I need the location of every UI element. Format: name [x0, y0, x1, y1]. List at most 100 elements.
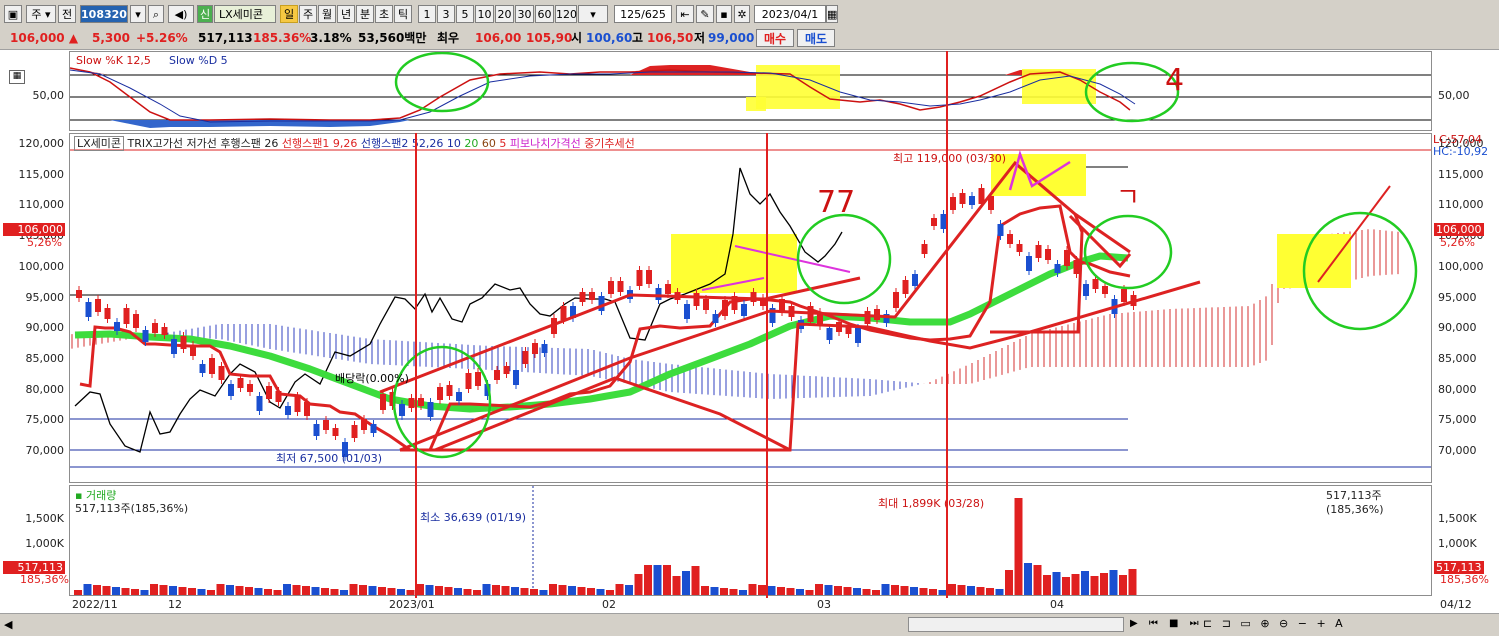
- interval-120[interactable]: 120: [555, 5, 577, 23]
- volume-bar: [805, 590, 814, 595]
- pct-tag-right: 5,26%: [1440, 236, 1475, 249]
- buy-button[interactable]: 매수: [756, 29, 794, 47]
- draw-tool-icon[interactable]: ✎: [696, 5, 714, 23]
- legend-lagging[interactable]: 후행스팬 26: [220, 137, 278, 150]
- xlabel-1: 2022/11: [72, 598, 118, 611]
- volume-bar: [1024, 563, 1032, 595]
- volume-bar: [74, 590, 82, 595]
- volume-bar: [397, 589, 405, 595]
- legend-leading1[interactable]: 선행스팬1 9,26: [282, 137, 357, 150]
- volume-bar: [606, 590, 614, 595]
- legend-stock[interactable]: LX세미콘: [74, 136, 125, 151]
- nav-controls[interactable]: ▶ ⏮ ■ ⏭: [1130, 618, 1203, 629]
- volume-bar: [1052, 572, 1061, 595]
- scroll-thumb[interactable]: [908, 617, 1124, 632]
- best-bid: 105,90: [526, 31, 573, 45]
- volume-bar: [321, 588, 329, 595]
- stock-code-input[interactable]: 108320: [80, 5, 128, 23]
- volume-bar: [463, 589, 472, 595]
- legend-ma20[interactable]: 20: [464, 137, 478, 150]
- volume-bar: [406, 590, 415, 595]
- tab-day[interactable]: 일: [280, 5, 298, 23]
- price-tick-left: 85,000: [25, 351, 65, 365]
- pct-tag-left: 5,26%: [27, 236, 62, 249]
- volume-bar: [834, 586, 842, 595]
- date-input[interactable]: 2023/04/1: [754, 5, 826, 23]
- interval-30[interactable]: 30: [515, 5, 534, 23]
- interval-10[interactable]: 10: [475, 5, 494, 23]
- legend-ma10[interactable]: 10: [447, 137, 461, 150]
- change-pct: +5.26%: [136, 31, 188, 45]
- code-dropdown-icon[interactable]: ▾: [130, 5, 146, 23]
- tab-week[interactable]: 주: [299, 5, 317, 23]
- count-total: /625: [641, 8, 666, 21]
- legend-trendline[interactable]: 중기추세선: [584, 137, 635, 150]
- volume-bar: [919, 588, 928, 595]
- tab-tick[interactable]: 틱: [394, 5, 412, 23]
- tab-year[interactable]: 년: [337, 5, 355, 23]
- volume-bar: [473, 590, 481, 595]
- volume-bar: [188, 588, 196, 595]
- interval-1[interactable]: 1: [418, 5, 436, 23]
- price-tick-right: 110,000: [1438, 198, 1484, 212]
- price-tag-left: 106,000: [3, 223, 65, 236]
- compress-icon[interactable]: ⇤: [676, 5, 694, 23]
- price-tick-right: 115,000: [1438, 167, 1484, 181]
- legend-trix-high[interactable]: TRIX고가선: [128, 137, 184, 150]
- vline-2: [766, 133, 768, 598]
- legend-ma60[interactable]: 60: [482, 137, 496, 150]
- volume-bar: [454, 588, 462, 595]
- calendar-icon[interactable]: ▦: [826, 5, 838, 23]
- tab-month[interactable]: 월: [318, 5, 336, 23]
- legend-fibonacci[interactable]: 피보나치가격선: [510, 137, 581, 150]
- volume-bar: [625, 585, 633, 595]
- settings-icon[interactable]: ✲: [734, 5, 750, 23]
- annotation-ㄱ: ㄱ: [1116, 183, 1140, 213]
- period-button[interactable]: 전: [58, 5, 76, 23]
- volume-bar: [653, 565, 662, 595]
- count-display[interactable]: 125/625: [614, 5, 672, 23]
- grid-icon[interactable]: ▦: [9, 70, 25, 84]
- sell-button[interactable]: 매도: [797, 29, 835, 47]
- market-select[interactable]: 주 ▾: [26, 5, 56, 23]
- volume-bar: [587, 588, 595, 595]
- zoom-controls[interactable]: ⊏ ⊐ ▭ ⊕ ⊖ − + A: [1203, 617, 1346, 630]
- interval-dropdown[interactable]: ▾: [578, 5, 608, 23]
- market-label: 주: [31, 8, 42, 21]
- volume-bar: [729, 589, 738, 595]
- save-icon[interactable]: ▪: [716, 5, 732, 23]
- volume-bar: [796, 589, 804, 595]
- low-label: 저: [694, 31, 706, 45]
- vol-tick-left-2: 1,000K: [25, 537, 64, 550]
- interval-20[interactable]: 20: [495, 5, 514, 23]
- interval-3[interactable]: 3: [437, 5, 455, 23]
- volume-bar: [976, 587, 985, 595]
- price-tick-left: 95,000: [25, 290, 65, 304]
- volume-bar: [140, 590, 149, 595]
- legend-low[interactable]: 저가선: [187, 137, 217, 150]
- volume-bar: [691, 566, 700, 595]
- volume-bar: [539, 590, 548, 595]
- sound-icon[interactable]: ◀): [168, 5, 194, 23]
- stoch-circle-1: [394, 52, 490, 113]
- legend-ma5[interactable]: 5: [499, 137, 506, 150]
- price-legend: LX세미콘 TRIX고가선 저가선 후행스팬 26 선행스팬1 9,26 선행스…: [74, 135, 635, 151]
- legend-leading2[interactable]: 선행스팬2 52,26: [361, 137, 443, 150]
- volume-bar: [1014, 498, 1023, 595]
- chart-menu-icon[interactable]: ▣: [4, 5, 22, 23]
- volume-bar: [577, 587, 586, 595]
- scroll-left-icon[interactable]: ◀: [4, 618, 12, 631]
- price-tick-left: 90,000: [25, 321, 65, 335]
- volume-value: 517,113: [198, 31, 253, 45]
- volume-bar: [663, 565, 671, 595]
- interval-5[interactable]: 5: [456, 5, 474, 23]
- interval-60[interactable]: 60: [535, 5, 554, 23]
- tab-second[interactable]: 초: [375, 5, 393, 23]
- high-price-label: 최고 119,000 (03/30): [893, 152, 1006, 165]
- volume-bar: [226, 585, 234, 595]
- volume-bar: [1033, 565, 1042, 595]
- slow-k-line: [70, 67, 1131, 121]
- search-icon[interactable]: ⌕: [148, 5, 164, 23]
- volume-ratio: 185.36%: [253, 31, 312, 45]
- tab-minute[interactable]: 분: [356, 5, 374, 23]
